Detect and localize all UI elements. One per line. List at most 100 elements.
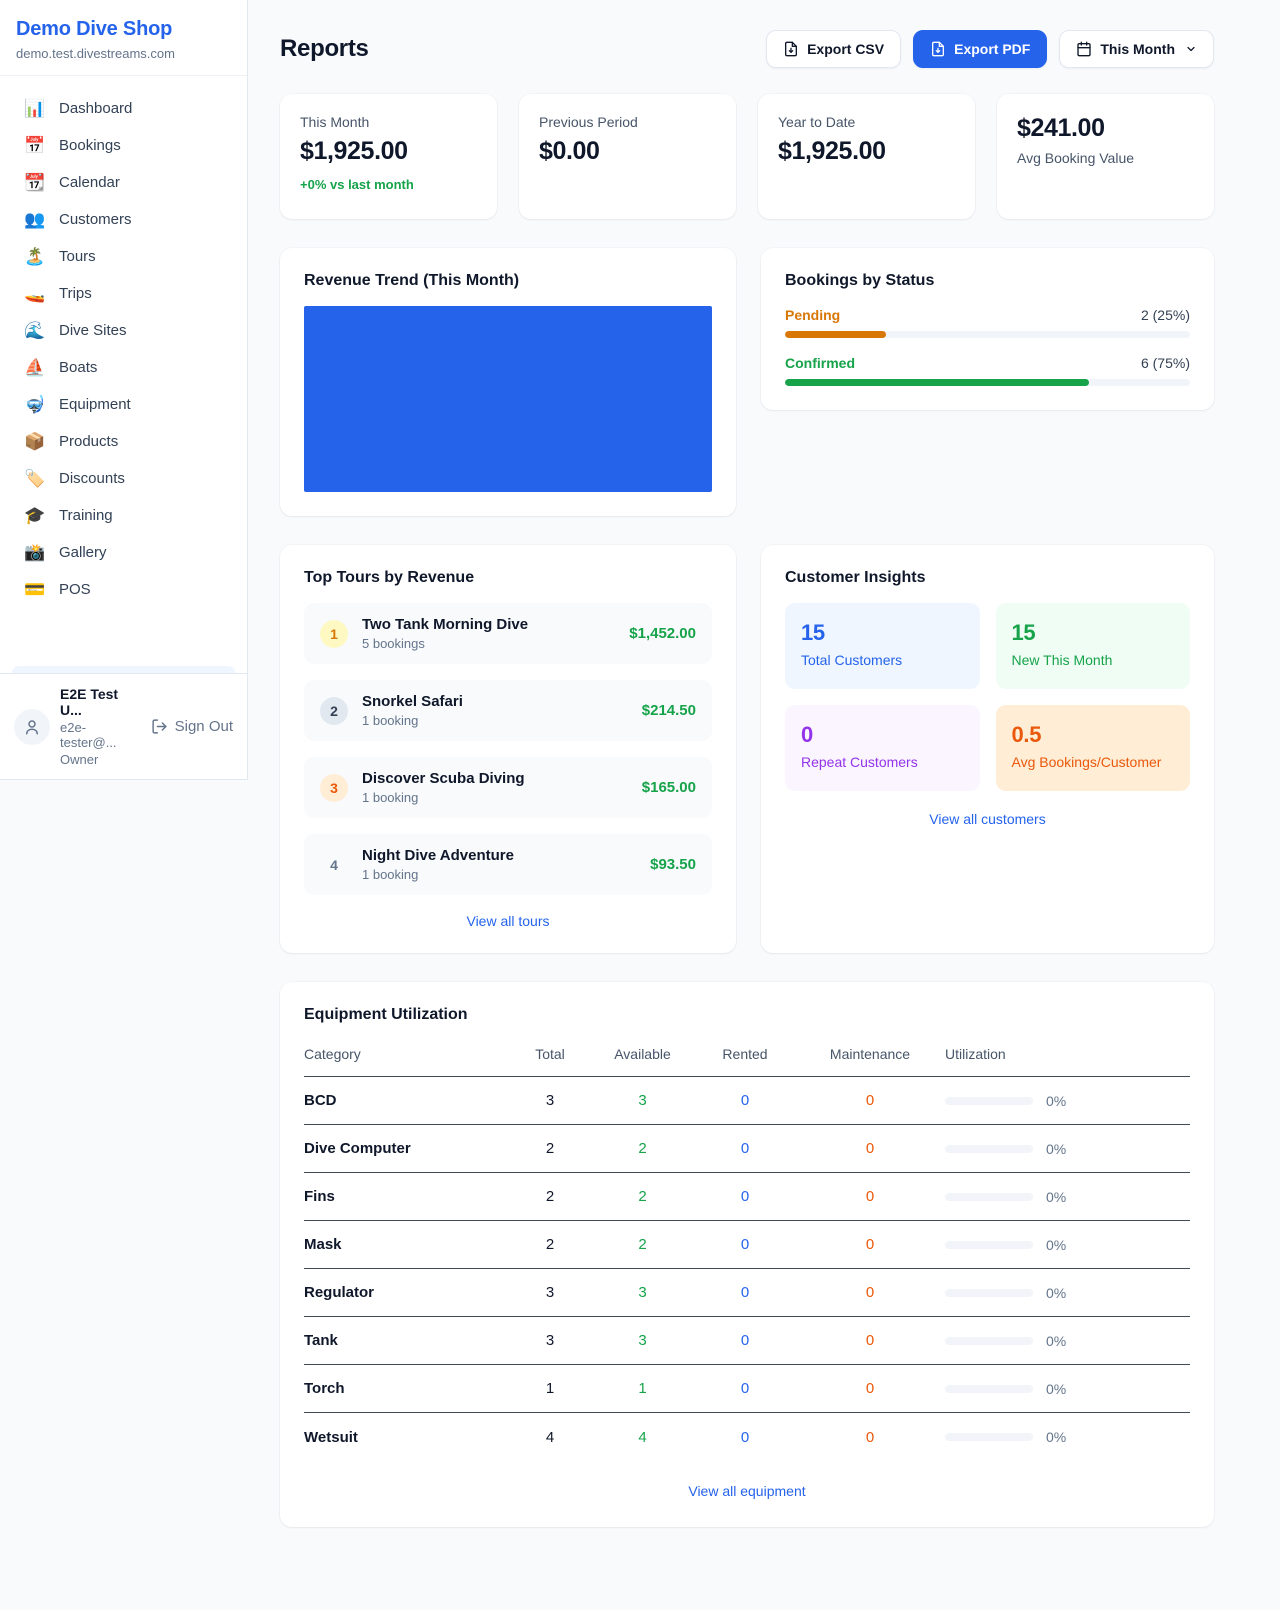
equipment-utilization-cell: 0% — [945, 1141, 1190, 1157]
sidebar-item-products[interactable]: 📦 Products — [12, 423, 235, 460]
tour-list: 1 Two Tank Morning Dive 5 bookings $1,45… — [304, 603, 712, 895]
equipment-utilization-cell: 0% — [945, 1285, 1190, 1301]
tour-name: Snorkel Safari — [362, 693, 628, 710]
sidebar-item-icon: 🏝️ — [24, 248, 46, 265]
tour-rank-badge: 2 — [320, 697, 348, 725]
equipment-category: Mask — [304, 1236, 510, 1253]
view-all-tours-link[interactable]: View all tours — [304, 913, 712, 929]
status-progress-fill — [785, 379, 1089, 386]
sidebar-item-label: Bookings — [59, 137, 121, 154]
stat-value: $1,925.00 — [778, 137, 955, 166]
equipment-available: 1 — [590, 1380, 695, 1397]
sidebar-item-icon: 📊 — [24, 100, 46, 117]
sidebar-item-gallery[interactable]: 📸 Gallery — [12, 534, 235, 571]
sign-out-label: Sign Out — [175, 718, 233, 735]
tour-name: Discover Scuba Diving — [362, 770, 628, 787]
tour-bookings-count: 1 booking — [362, 713, 628, 728]
sidebar-item-icon: ⛵ — [24, 359, 46, 376]
customer-insights-title: Customer Insights — [785, 569, 1190, 587]
sidebar-item-equipment[interactable]: 🤿 Equipment — [12, 386, 235, 423]
tour-info: Two Tank Morning Dive 5 bookings — [362, 616, 615, 651]
equipment-total: 2 — [510, 1188, 590, 1205]
sidebar-item-icon: 💳 — [24, 581, 46, 598]
sidebar-item-label: Equipment — [59, 396, 131, 413]
sign-out-button[interactable]: Sign Out — [151, 718, 233, 735]
equipment-row: Torch 1 1 0 0 0% — [304, 1365, 1190, 1413]
equipment-utilization-card: Equipment Utilization Category Total Ava… — [280, 982, 1214, 1527]
export-csv-button[interactable]: Export CSV — [766, 30, 901, 68]
sidebar-item-training[interactable]: 🎓 Training — [12, 497, 235, 534]
user-block: E2E Test U... e2e-tester@... Owner — [60, 686, 141, 767]
stat-card: Avg Booking Value $241.00 — [997, 94, 1214, 219]
sidebar-item-label: Products — [59, 433, 118, 450]
stat-card: This Month $1,925.00 +0% vs last month — [280, 94, 497, 219]
tour-info: Snorkel Safari 1 booking — [362, 693, 628, 728]
insight-value: 0.5 — [1012, 722, 1175, 748]
sidebar-item-dive-sites[interactable]: 🌊 Dive Sites — [12, 312, 235, 349]
status-label: Pending — [785, 307, 840, 323]
utilization-bar-track — [945, 1433, 1033, 1441]
equipment-maintenance: 0 — [795, 1092, 945, 1109]
insight-tiles: 15 Total Customers 15 New This Month 0 R… — [785, 603, 1190, 791]
equipment-row: BCD 3 3 0 0 0% — [304, 1077, 1190, 1125]
status-value: 6 (75%) — [1141, 355, 1190, 371]
equipment-available: 2 — [590, 1188, 695, 1205]
user-email: e2e-tester@... — [60, 720, 141, 750]
sidebar-item-discounts[interactable]: 🏷️ Discounts — [12, 460, 235, 497]
insight-value: 0 — [801, 722, 964, 748]
equipment-category: Dive Computer — [304, 1140, 510, 1157]
equipment-utilization-cell: 0% — [945, 1237, 1190, 1253]
stat-label: Year to Date — [778, 114, 955, 130]
sidebar-item-label: Training — [59, 507, 113, 524]
equipment-maintenance: 0 — [795, 1332, 945, 1349]
equipment-category: Tank — [304, 1332, 510, 1349]
status-value: 2 (25%) — [1141, 307, 1190, 323]
tour-revenue: $93.50 — [650, 856, 696, 873]
equipment-total: 3 — [510, 1332, 590, 1349]
sidebar-item-label: Customers — [59, 211, 132, 228]
equipment-available: 3 — [590, 1092, 695, 1109]
sidebar-item-customers[interactable]: 👥 Customers — [12, 201, 235, 238]
sidebar-item-boats[interactable]: ⛵ Boats — [12, 349, 235, 386]
calendar-icon — [1076, 41, 1092, 57]
sidebar-item-tours[interactable]: 🏝️ Tours — [12, 238, 235, 275]
utilization-percent: 0% — [1046, 1093, 1066, 1109]
sidebar-item-trips[interactable]: 🚤 Trips — [12, 275, 235, 312]
tour-revenue: $214.50 — [642, 702, 696, 719]
sidebar-header: Demo Dive Shop demo.test.divestreams.com — [0, 0, 247, 76]
tour-rank-badge: 3 — [320, 774, 348, 802]
equipment-utilization-cell: 0% — [945, 1381, 1190, 1397]
sidebar-item-label: Boats — [59, 359, 97, 376]
stat-label: This Month — [300, 114, 477, 130]
sidebar-item-dashboard[interactable]: 📊 Dashboard — [12, 90, 235, 127]
sidebar-item-label: Calendar — [59, 174, 120, 191]
equipment-maintenance: 0 — [795, 1284, 945, 1301]
sidebar-user-footer: E2E Test U... e2e-tester@... Owner Sign … — [0, 673, 247, 779]
view-all-equipment-link[interactable]: View all equipment — [304, 1483, 1190, 1499]
utilization-percent: 0% — [1046, 1333, 1066, 1349]
equipment-utilization-cell: 0% — [945, 1189, 1190, 1205]
period-dropdown[interactable]: This Month — [1059, 30, 1214, 68]
top-tours-title: Top Tours by Revenue — [304, 569, 712, 587]
user-role: Owner — [60, 752, 141, 767]
equipment-maintenance: 0 — [795, 1380, 945, 1397]
sidebar-item-label: Discounts — [59, 470, 125, 487]
tour-row: 3 Discover Scuba Diving 1 booking $165.0… — [304, 757, 712, 818]
status-label: Confirmed — [785, 355, 855, 371]
insight-tile: 0.5 Avg Bookings/Customer — [996, 705, 1191, 791]
sidebar-item-reports-partial[interactable] — [12, 666, 235, 673]
sidebar-item-calendar[interactable]: 📆 Calendar — [12, 164, 235, 201]
sidebar-item-pos[interactable]: 💳 POS — [12, 571, 235, 608]
view-all-customers-link[interactable]: View all customers — [785, 811, 1190, 827]
equipment-rented: 0 — [695, 1188, 795, 1205]
file-download-icon — [930, 41, 946, 57]
insight-value: 15 — [1012, 620, 1175, 646]
tour-info: Discover Scuba Diving 1 booking — [362, 770, 628, 805]
equipment-total: 2 — [510, 1140, 590, 1157]
export-pdf-button[interactable]: Export PDF — [913, 30, 1047, 68]
status-progress-fill — [785, 331, 886, 338]
sidebar-item-bookings[interactable]: 📅 Bookings — [12, 127, 235, 164]
insight-tile: 15 New This Month — [996, 603, 1191, 689]
tour-row: 4 Night Dive Adventure 1 booking $93.50 — [304, 834, 712, 895]
tour-bookings-count: 1 booking — [362, 790, 628, 805]
